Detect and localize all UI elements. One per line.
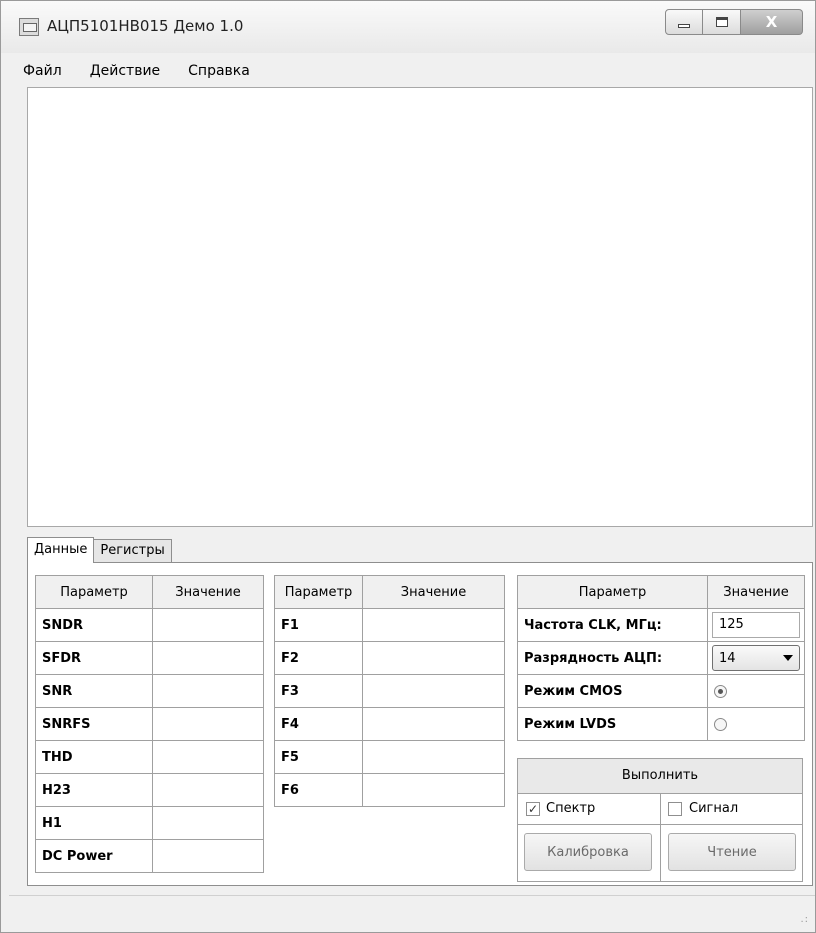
cmos-radio[interactable]: [714, 684, 727, 698]
minimize-button[interactable]: [665, 9, 703, 35]
chevron-down-icon: [783, 655, 793, 661]
table-row[interactable]: F2: [274, 641, 505, 675]
param-cell: F5: [274, 740, 363, 774]
param-cell: SNDR: [35, 608, 153, 642]
param-cell: SFDR: [35, 641, 153, 675]
menu-bar: Файл Действие Справка: [9, 57, 809, 85]
table-row[interactable]: THD: [35, 740, 264, 774]
param-cell: F6: [274, 773, 363, 807]
cmos-label: Режим CMOS: [517, 674, 708, 708]
spectrum-checkbox[interactable]: ✓: [526, 802, 540, 816]
column-header-value: Значение: [362, 575, 505, 609]
param-cell: F3: [274, 674, 363, 708]
plot-area[interactable]: [27, 87, 813, 527]
resize-grip-icon[interactable]: .:: [800, 914, 809, 925]
calibrate-button[interactable]: Калибровка: [524, 833, 652, 871]
divider: [660, 825, 661, 881]
execute-panel: Выполнить ✓ Спектр Сигнал Калибровка Чте…: [517, 758, 803, 882]
param-cell: F4: [274, 707, 363, 741]
menu-file[interactable]: Файл: [9, 59, 76, 83]
close-icon: X: [765, 13, 778, 31]
column-header-param: Параметр: [517, 575, 708, 609]
tab-data[interactable]: Данные: [27, 537, 95, 563]
window-title: АЦП5101НВ015 Демо 1.0: [47, 17, 244, 35]
status-bar: .:: [9, 895, 815, 931]
execute-options: ✓ Спектр Сигнал: [517, 793, 803, 825]
param-cell: H23: [35, 773, 153, 807]
value-cell[interactable]: [152, 806, 264, 840]
value-cell[interactable]: [152, 608, 264, 642]
value-cell[interactable]: [152, 773, 264, 807]
value-cell[interactable]: [152, 740, 264, 774]
table-row: Режим CMOS: [517, 674, 805, 708]
value-cell[interactable]: [152, 641, 264, 675]
signal-checkbox[interactable]: [668, 802, 682, 816]
table-row[interactable]: H23: [35, 773, 264, 807]
title-bar[interactable]: АЦП5101НВ015 Демо 1.0 X: [1, 1, 815, 53]
tab-registers[interactable]: Регистры: [93, 539, 172, 563]
column-header-param: Параметр: [274, 575, 363, 609]
table-row[interactable]: F6: [274, 773, 505, 807]
results-table-2: Параметр Значение F1 F2 F3 F4 F5 F6: [274, 575, 505, 807]
column-header-param: Параметр: [35, 575, 153, 609]
param-cell: H1: [35, 806, 153, 840]
app-window: АЦП5101НВ015 Демо 1.0 X Файл Действие Сп…: [0, 0, 816, 933]
table-row[interactable]: F1: [274, 608, 505, 642]
table-row[interactable]: SNR: [35, 674, 264, 708]
settings-table: Параметр Значение Частота CLK, МГц: 125 …: [517, 575, 805, 741]
column-header-value: Значение: [707, 575, 805, 609]
execute-buttons: Калибровка Чтение: [517, 824, 803, 882]
value-cell[interactable]: [362, 740, 505, 774]
table-row[interactable]: SFDR: [35, 641, 264, 675]
results-table-1: Параметр Значение SNDR SFDR SNR SNRFS TH…: [35, 575, 264, 873]
maximize-button[interactable]: [703, 9, 741, 35]
table-row: Режим LVDS: [517, 707, 805, 741]
bits-label: Разрядность АЦП:: [517, 641, 708, 675]
table-row[interactable]: F5: [274, 740, 505, 774]
value-cell[interactable]: [152, 707, 264, 741]
lvds-label: Режим LVDS: [517, 707, 708, 741]
window-controls: X: [665, 9, 803, 35]
param-cell: THD: [35, 740, 153, 774]
column-header-value: Значение: [152, 575, 264, 609]
value-cell[interactable]: [362, 641, 505, 675]
bits-select-value: 14: [719, 650, 736, 666]
signal-label: Сигнал: [689, 801, 739, 816]
table-row[interactable]: DC Power: [35, 839, 264, 873]
maximize-icon: [715, 17, 728, 27]
value-cell[interactable]: [362, 674, 505, 708]
param-cell: SNR: [35, 674, 153, 708]
read-button[interactable]: Чтение: [668, 833, 796, 871]
param-cell: SNRFS: [35, 707, 153, 741]
value-cell[interactable]: [362, 608, 505, 642]
divider: [660, 794, 661, 824]
menu-action[interactable]: Действие: [76, 59, 174, 83]
param-cell: DC Power: [35, 839, 153, 873]
left-edge: [9, 87, 27, 887]
table-row[interactable]: H1: [35, 806, 264, 840]
lvds-radio[interactable]: [714, 717, 727, 731]
tab-strip: Данные Регистры: [27, 537, 172, 563]
value-cell[interactable]: [362, 773, 505, 807]
app-icon: [19, 18, 39, 36]
value-cell[interactable]: [152, 674, 264, 708]
table-row: Разрядность АЦП: 14: [517, 641, 805, 675]
value-cell[interactable]: [152, 839, 264, 873]
table-row: Частота CLK, МГц: 125: [517, 608, 805, 642]
table-row[interactable]: SNRFS: [35, 707, 264, 741]
minimize-icon: [678, 24, 690, 28]
param-cell: F1: [274, 608, 363, 642]
table-row[interactable]: F3: [274, 674, 505, 708]
bits-select[interactable]: 14: [712, 645, 800, 671]
param-cell: F2: [274, 641, 363, 675]
clk-frequency-input[interactable]: 125: [712, 612, 800, 638]
clk-label: Частота CLK, МГц:: [517, 608, 708, 642]
value-cell[interactable]: [362, 707, 505, 741]
menu-help[interactable]: Справка: [174, 59, 264, 83]
table-row[interactable]: F4: [274, 707, 505, 741]
close-button[interactable]: X: [741, 9, 803, 35]
spectrum-label: Спектр: [546, 801, 596, 816]
table-row[interactable]: SNDR: [35, 608, 264, 642]
execute-header: Выполнить: [517, 758, 803, 794]
